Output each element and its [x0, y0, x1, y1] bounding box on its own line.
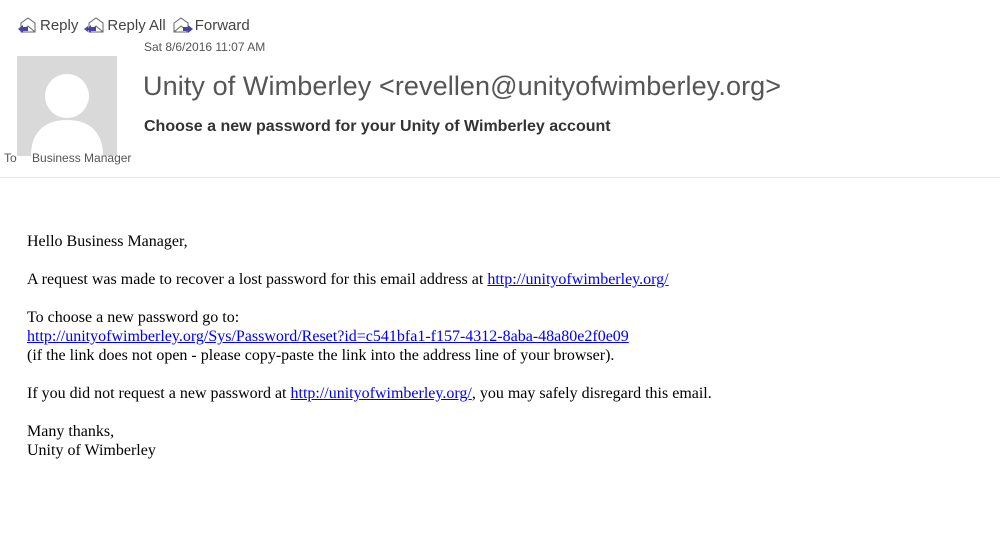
closing-thanks: Many thanks, — [27, 423, 115, 440]
sender-avatar — [17, 56, 117, 156]
body-paragraph-disregard: If you did not request a new password at… — [27, 384, 987, 403]
sender-name[interactable]: Unity of Wimberley <revellen@unityofwimb… — [143, 71, 781, 102]
message-body: Hello Business Manager, A request was ma… — [27, 232, 987, 479]
site-link[interactable]: http://unityofwimberley.org/ — [487, 271, 668, 288]
reply-icon — [17, 16, 39, 34]
copy-paste-note: (if the link does not open - please copy… — [27, 347, 615, 364]
forward-button[interactable]: Forward — [172, 16, 250, 34]
reply-all-button[interactable]: Reply All — [84, 16, 166, 34]
closing: Many thanks, Unity of Wimberley — [27, 422, 987, 460]
header-divider — [0, 177, 1000, 178]
disregard-text-after: , you may safely disregard this email. — [471, 385, 712, 402]
reply-all-label: Reply All — [107, 16, 166, 34]
disregard-text-before: If you did not request a new password at — [27, 385, 291, 402]
message-date: Sat 8/6/2016 11:07 AM — [144, 40, 266, 54]
greeting: Hello Business Manager, — [27, 233, 188, 250]
reset-password-link[interactable]: http://unityofwimberley.org/Sys/Password… — [27, 328, 629, 345]
message-toolbar: Reply Reply All Forward — [0, 14, 256, 36]
recipient-name[interactable]: Business Manager — [32, 151, 131, 165]
recipient-row: To Business Manager — [4, 151, 131, 165]
reply-all-icon — [84, 16, 106, 34]
reply-button[interactable]: Reply — [17, 16, 78, 34]
reply-label: Reply — [40, 16, 79, 34]
default-avatar-icon — [17, 56, 117, 156]
closing-signature: Unity of Wimberley — [27, 442, 156, 459]
forward-icon — [172, 16, 194, 34]
recovery-text: A request was made to recover a lost pas… — [27, 271, 488, 288]
body-paragraph-reset: To choose a new password go to: http://un… — [27, 308, 987, 365]
site-link-2[interactable]: http://unityofwimberley.org/ — [291, 385, 472, 402]
body-paragraph-recovery: A request was made to recover a lost pas… — [27, 270, 987, 289]
forward-label: Forward — [194, 16, 250, 34]
message-subject: Choose a new password for your Unity of … — [144, 118, 611, 135]
to-label: To — [4, 151, 17, 165]
reset-instruction: To choose a new password go to: — [27, 309, 240, 326]
